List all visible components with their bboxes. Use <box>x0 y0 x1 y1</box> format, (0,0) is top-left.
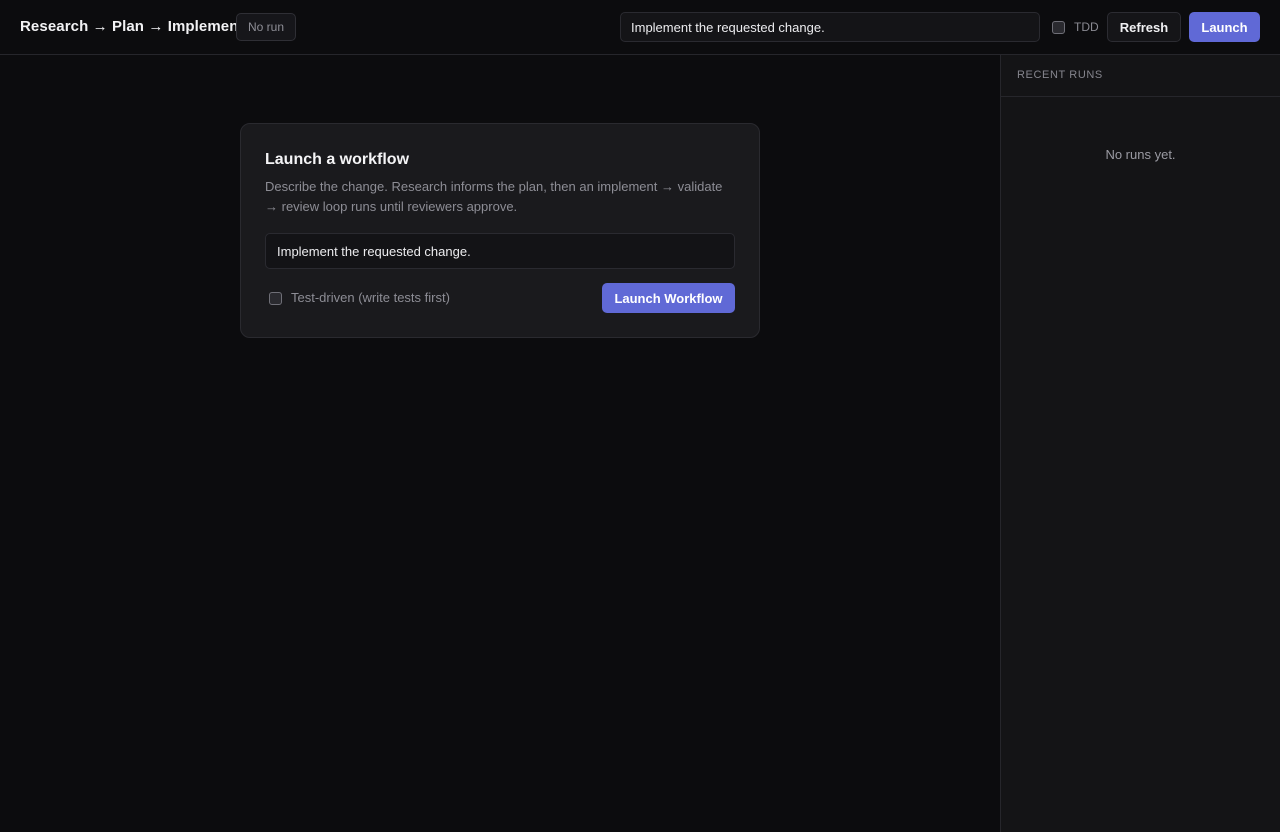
workflow-prompt-input[interactable] <box>265 233 735 269</box>
run-status-badge: No run <box>236 13 296 41</box>
sidebar-header: RECENT RUNS <box>1001 55 1280 97</box>
main-panel: Launch a workflow Describe the change. R… <box>0 55 1000 832</box>
test-driven-checkbox[interactable] <box>269 292 282 305</box>
test-driven-label: Test-driven (write tests first) <box>291 290 450 305</box>
launch-workflow-button[interactable]: Launch Workflow <box>602 283 735 313</box>
app-title: Research → Plan → Implement <box>20 18 244 35</box>
top-bar: Research → Plan → Implement No run TDD R… <box>0 0 1280 55</box>
top-tdd-label: TDD <box>1074 20 1099 34</box>
top-prompt-input[interactable] <box>620 12 1040 42</box>
card-description: Describe the change. Research informs th… <box>265 179 723 214</box>
recent-runs-sidebar: RECENT RUNS No runs yet. <box>1000 55 1280 832</box>
top-tdd-checkbox[interactable] <box>1052 21 1065 34</box>
refresh-button[interactable]: Refresh <box>1107 12 1181 42</box>
empty-runs-message: No runs yet. <box>1105 147 1176 162</box>
card-title: Launch a workflow <box>265 151 410 168</box>
launch-button[interactable]: Launch <box>1189 12 1260 42</box>
launch-workflow-card: Launch a workflow Describe the change. R… <box>240 123 760 338</box>
sidebar-title: RECENT RUNS <box>1017 69 1103 81</box>
